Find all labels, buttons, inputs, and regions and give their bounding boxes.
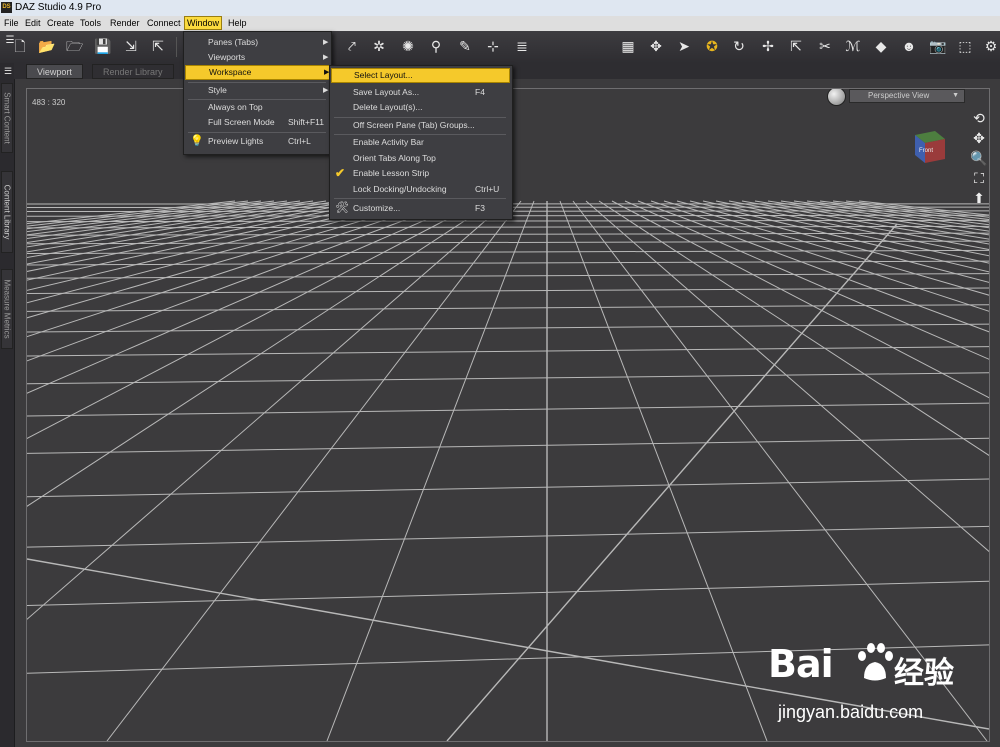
morph-tool-icon[interactable]: ℳ <box>845 38 861 54</box>
perspective-view-label: Perspective View <box>868 91 930 100</box>
cursor-coordinates: 483 : 320 <box>32 98 66 107</box>
menu-item-workspace[interactable]: Workspace ▶ <box>185 65 330 80</box>
menu-help[interactable]: Help <box>228 18 247 28</box>
chevron-down-icon: ▼ <box>952 92 959 99</box>
submenu-arrow-icon: ▶ <box>323 54 329 61</box>
pointer-icon[interactable]: ➤ <box>676 38 692 54</box>
lightbulb-icon: 💡 <box>190 135 204 147</box>
menu-item-save-layout-as[interactable]: Save Layout As... F4 <box>330 85 510 100</box>
export-icon[interactable]: ⇱ <box>150 38 166 54</box>
side-tab-measure-metrics[interactable]: Measure Metrics <box>1 269 13 349</box>
menu-edit[interactable]: Edit <box>25 18 41 28</box>
geometry-editor-icon[interactable]: ✺ <box>400 38 416 54</box>
main-toolbar: ☰ 🗋 📂 🗁 💾 ⇲ ⇱ ⤤ ✲ ✺ ⚲ ✎ ⊹ ≣ ▦ ✥ ➤ ✪ ↻ ✢ … <box>0 31 1000 64</box>
active-pose-icon[interactable]: ✪ <box>704 38 720 54</box>
region-navigator-icon[interactable]: ⊹ <box>485 38 501 54</box>
menu-item-select-layout[interactable]: Select Layout... <box>331 68 510 83</box>
side-tab-content-library[interactable]: Content Library <box>1 171 13 253</box>
window-menu: Panes (Tabs) ▶ Viewports ▶ Workspace ▶ Styl… <box>183 31 332 155</box>
app-logo-icon: DS <box>1 2 12 13</box>
align-icon[interactable]: ≣ <box>514 38 530 54</box>
submenu-arrow-icon: ▶ <box>323 39 329 46</box>
menu-item-always-on-top[interactable]: Always on Top <box>184 100 329 115</box>
merge-folder-icon[interactable]: 🗁 <box>66 38 83 54</box>
window-title: DAZ Studio 4.9 Pro <box>15 2 102 13</box>
new-file-icon[interactable]: 🗋 <box>12 38 28 54</box>
spot-render-icon[interactable]: ✲ <box>371 38 387 54</box>
frame-icon[interactable]: ⛶ <box>970 169 988 187</box>
menu-render[interactable]: Render <box>110 18 140 28</box>
menu-separator <box>188 132 326 133</box>
checkmark-icon: ✔ <box>335 166 346 180</box>
camera-icon[interactable]: 📷 <box>929 38 946 54</box>
watermark-url: jingyan.baidu.com <box>778 702 924 722</box>
toolbar-separator <box>176 37 177 57</box>
menu-item-delete-layouts[interactable]: Delete Layout(s)... <box>330 100 510 115</box>
menu-item-panes-tabs[interactable]: Panes (Tabs) ▶ <box>184 35 329 50</box>
universal-tool-icon[interactable]: ✥ <box>648 38 664 54</box>
menu-item-orient-tabs-along-top[interactable]: Orient Tabs Along Top <box>330 151 510 166</box>
menu-item-lock-docking[interactable]: Lock Docking/Undocking Ctrl+U <box>330 182 510 197</box>
menu-item-full-screen-mode[interactable]: Full Screen Mode Shift+F11 <box>184 115 329 130</box>
pan-icon[interactable]: ✥ <box>970 129 988 147</box>
zoom-icon[interactable]: 🔍 <box>970 149 988 167</box>
render-settings-icon[interactable]: ▦ <box>620 38 636 54</box>
node-weight-icon[interactable]: ◆ <box>873 38 889 54</box>
orbit-icon[interactable]: ⟲ <box>970 109 988 127</box>
settings-gear-icon[interactable]: ⚙ <box>983 38 999 54</box>
import-icon[interactable]: ⇲ <box>123 38 139 54</box>
joint-tool-icon[interactable]: ✂ <box>817 38 833 54</box>
open-folder-icon[interactable]: 📂 <box>38 38 55 54</box>
side-tab-smart-content[interactable]: Smart Content <box>1 83 13 153</box>
tab-render-library[interactable]: Render Library <box>92 64 174 79</box>
reset-view-icon[interactable]: ⬆ <box>970 189 988 207</box>
watermark-brand: Bai <box>768 642 834 686</box>
watermark-cn: 经验 <box>894 657 954 690</box>
menu-separator <box>334 198 506 199</box>
translate-icon[interactable]: ✢ <box>760 38 776 54</box>
submenu-arrow-icon: ▶ <box>323 87 329 94</box>
left-dock-rail: ☰ Smart Content Content Library Measure … <box>0 63 15 747</box>
title-bar: DS DAZ Studio 4.9 Pro <box>0 0 1000 16</box>
menu-item-enable-activity-bar[interactable]: Enable Activity Bar <box>330 135 510 150</box>
viewport-select-icon[interactable]: ⬚ <box>957 38 973 54</box>
menu-item-style[interactable]: Style ▶ <box>184 83 329 98</box>
figure-setup-icon[interactable]: ☻ <box>901 38 917 54</box>
tab-viewport[interactable]: Viewport <box>26 64 83 79</box>
surface-selection-icon[interactable]: ✎ <box>457 38 473 54</box>
menu-item-customize[interactable]: 🛠 Customize... F3 <box>330 201 510 216</box>
menu-item-enable-lesson-strip[interactable]: ✔ Enable Lesson Strip <box>330 166 510 181</box>
menu-connect[interactable]: Connect <box>147 18 181 28</box>
scale-icon[interactable]: ⇱ <box>788 38 804 54</box>
joint-editor-icon[interactable]: ⚲ <box>428 38 444 54</box>
perspective-view-dropdown[interactable]: Perspective View ▼ <box>849 89 965 103</box>
rotate-icon[interactable]: ↻ <box>731 38 747 54</box>
menu-bar: File Edit Create Tools Render Connect Wi… <box>0 16 1000 31</box>
menu-window[interactable]: Window <box>184 16 223 30</box>
menu-item-off-screen-pane-groups[interactable]: Off Screen Pane (Tab) Groups... <box>330 118 510 133</box>
baidu-paw-icon <box>858 643 893 681</box>
save-icon[interactable]: 💾 <box>94 38 111 54</box>
workspace-submenu: Select Layout... Save Layout As... F4 Del… <box>329 65 513 220</box>
baidu-watermark: Bai 经验 jingyan.baidu.com <box>768 640 968 730</box>
menu-tools[interactable]: Tools <box>80 18 101 28</box>
menu-file[interactable]: File <box>4 18 19 28</box>
menu-create[interactable]: Create <box>47 18 74 28</box>
menu-item-preview-lights[interactable]: 💡 Preview Lights Ctrl+L <box>184 134 329 149</box>
navigation-cube[interactable]: Front <box>907 125 949 167</box>
menu-item-viewports[interactable]: Viewports ▶ <box>184 50 329 65</box>
node-select-icon[interactable]: ⤤ <box>344 38 360 54</box>
tools-icon: 🛠 <box>335 202 349 214</box>
cube-face-label: Front <box>919 148 933 154</box>
